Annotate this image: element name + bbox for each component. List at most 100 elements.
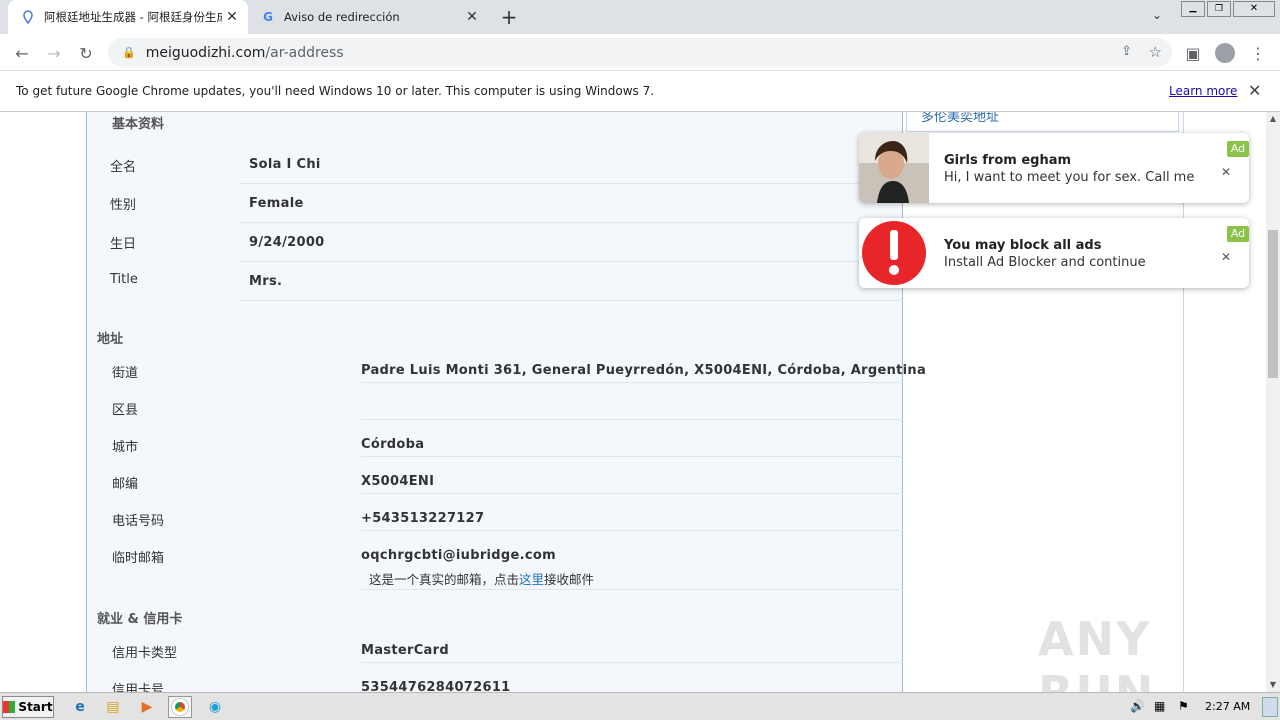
tray-flag-icon[interactable]: ⚑ <box>1178 699 1189 713</box>
close-tab-icon[interactable]: ✕ <box>222 9 242 25</box>
tab-active[interactable]: 阿根廷地址生成器 - 阿根廷身份生成 ✕ <box>8 0 248 34</box>
edge-icon[interactable]: ◉ <box>203 696 227 718</box>
email-note-text: 接收邮件 <box>544 572 595 587</box>
windows-logo-icon <box>3 701 16 713</box>
google-g-icon: G <box>263 10 273 24</box>
value-card-type: MasterCard <box>361 643 449 658</box>
page-scrollbar[interactable]: ▲ ▼ <box>1266 112 1280 692</box>
forward-icon[interactable]: → <box>42 41 66 65</box>
label-gender: 性别 <box>110 198 137 213</box>
update-infobar: To get future Google Chrome updates, you… <box>0 71 1280 112</box>
email-inbox-link[interactable]: 这里 <box>519 572 544 587</box>
media-player-icon[interactable]: ▶ <box>135 696 159 718</box>
divider <box>361 493 903 494</box>
label-temp-email: 临时邮箱 <box>112 551 165 566</box>
divider <box>239 261 903 262</box>
minimize-icon[interactable]: ▁ <box>1181 1 1205 17</box>
chrome-icon[interactable] <box>168 696 192 718</box>
label-city: 城市 <box>112 440 139 455</box>
profile-card: 基本资料 全名 Sola I Chi 性别 Female 生日 9/24/200… <box>86 112 926 692</box>
back-icon[interactable]: ← <box>10 41 34 65</box>
label-full-name: 全名 <box>110 160 137 175</box>
close-tab-icon[interactable]: ✕ <box>462 9 482 25</box>
divider <box>361 530 903 531</box>
value-full-name: Sola I Chi <box>249 157 321 172</box>
new-tab-button[interactable]: + <box>498 5 520 29</box>
ad-title: Girls from egham <box>944 153 1072 168</box>
divider <box>361 662 903 663</box>
label-title: Title <box>110 272 138 287</box>
tab-inactive[interactable]: G Aviso de redirección ✕ <box>248 0 488 34</box>
close-infobar-icon[interactable]: ✕ <box>1248 81 1261 100</box>
divider <box>361 589 903 590</box>
warning-exclamation-icon <box>859 218 929 288</box>
ad-badge: Ad <box>1227 141 1249 157</box>
value-postcode: X5004ENI <box>361 474 435 489</box>
label-street: 街道 <box>112 366 139 381</box>
browser-toolbar: ← → ↻ 🔒 meiguodizhi.com/ar-address ⇪ ☆ ▣… <box>0 34 1280 71</box>
label-birthday: 生日 <box>110 237 137 252</box>
divider <box>361 419 903 420</box>
address-bar[interactable]: 🔒 meiguodizhi.com/ar-address ⇪ ☆ <box>108 38 1172 67</box>
divider <box>239 183 903 184</box>
url-host: meiguodizhi.com <box>145 44 266 61</box>
section-heading-basic: 基本资料 <box>112 117 165 132</box>
label-phone: 电话号码 <box>112 514 165 529</box>
window-controls: ▁ ❐ ✕ <box>1180 0 1276 18</box>
side-link[interactable]: 多伦美奕地址 <box>921 112 999 125</box>
bookmark-star-icon[interactable]: ☆ <box>1149 43 1162 61</box>
email-note-text: 这是一个真实的邮箱，点击 <box>369 572 520 587</box>
value-card-number: 5354476284072611 <box>361 680 511 692</box>
email-note: 这是一个真实的邮箱，点击这里接收邮件 <box>369 569 594 588</box>
side-card: 多伦美奕地址 <box>906 112 1179 132</box>
label-postcode: 邮编 <box>112 477 139 492</box>
value-title: Mrs. <box>249 274 283 289</box>
tab-title: Aviso de redirección <box>284 10 400 24</box>
divider <box>361 456 903 457</box>
windows-taskbar: Start e ▤ ▶ ◉ 🔊 ▦ ⚑ 2:27 AM <box>0 692 1280 720</box>
close-window-icon[interactable]: ✕ <box>1233 1 1275 17</box>
tray-network-icon[interactable]: ▦ <box>1154 699 1165 713</box>
tray-speaker-icon[interactable]: 🔊 <box>1130 699 1145 713</box>
ad-badge: Ad <box>1227 226 1249 242</box>
infobar-message: To get future Google Chrome updates, you… <box>16 84 655 98</box>
ad-title: You may block all ads <box>944 238 1102 253</box>
label-card-type: 信用卡类型 <box>112 646 178 661</box>
value-street: Padre Luis Monti 361, General Pueyrredón… <box>361 363 927 378</box>
close-ad-icon[interactable]: ✕ <box>1221 250 1231 264</box>
section-heading-address: 地址 <box>97 332 124 347</box>
learn-more-link[interactable]: Learn more <box>1169 84 1237 98</box>
divider <box>239 222 903 223</box>
internet-explorer-icon[interactable]: e <box>68 696 92 718</box>
ad-notification[interactable]: You may block all ads Install Ad Blocker… <box>859 218 1249 288</box>
share-icon[interactable]: ⇪ <box>1121 44 1132 59</box>
start-button[interactable]: Start <box>2 696 54 718</box>
tab-strip: 阿根廷地址生成器 - 阿根廷身份生成 ✕ G Aviso de redirecc… <box>0 0 1280 34</box>
ad-notification[interactable]: Girls from egham Hi, I want to meet you … <box>859 133 1249 203</box>
menu-dots-icon[interactable]: ⋮ <box>1246 41 1270 65</box>
restore-icon[interactable]: ❐ <box>1207 1 1231 17</box>
start-label: Start <box>18 700 53 714</box>
divider <box>239 300 903 301</box>
profile-avatar-icon[interactable] <box>1213 41 1237 65</box>
label-district: 区县 <box>112 403 139 418</box>
show-desktop-button[interactable] <box>1262 697 1278 717</box>
lock-icon: 🔒 <box>122 46 136 59</box>
scroll-up-arrow-icon[interactable]: ▲ <box>1266 112 1280 126</box>
value-temp-email[interactable]: oqchrgcbti@iubridge.com <box>361 548 556 563</box>
close-ad-icon[interactable]: ✕ <box>1221 165 1231 179</box>
url-path: /ar-address <box>265 44 344 61</box>
value-birthday: 9/24/2000 <box>249 235 325 250</box>
ad-body: Install Ad Blocker and continue <box>944 255 1146 270</box>
location-pin-icon <box>20 9 36 25</box>
value-gender: Female <box>249 196 304 211</box>
section-heading-employment: 就业 & 信用卡 <box>97 612 183 627</box>
reload-icon[interactable]: ↻ <box>74 41 98 65</box>
tab-search-icon[interactable]: ⌄ <box>1152 8 1162 22</box>
scroll-thumb[interactable] <box>1268 230 1278 378</box>
file-explorer-icon[interactable]: ▤ <box>101 696 125 718</box>
side-panel-icon[interactable]: ▣ <box>1181 41 1205 65</box>
ad-photo-icon <box>859 133 929 203</box>
ad-body: Hi, I want to meet you for sex. Call me <box>944 170 1195 185</box>
taskbar-clock[interactable]: 2:27 AM <box>1205 700 1250 713</box>
